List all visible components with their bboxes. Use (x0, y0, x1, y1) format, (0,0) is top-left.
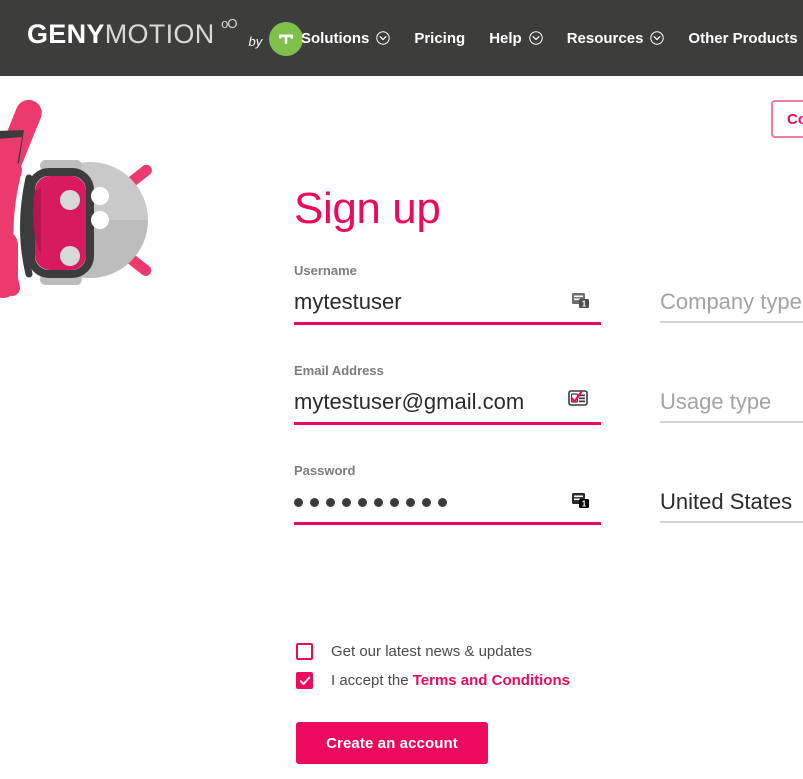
connect-button[interactable]: Connect (771, 100, 803, 138)
usage-type-field-group: Usage type (660, 387, 803, 423)
logo-superscript: oO (221, 7, 236, 41)
password-input[interactable]: 1 (294, 487, 601, 517)
check-icon (299, 675, 311, 687)
newsletter-checkbox-row: Get our latest news & updates (296, 643, 532, 660)
page-title: Sign up (294, 184, 440, 234)
country-underline (660, 521, 803, 523)
nav-item-resources[interactable]: Resources (567, 30, 665, 47)
country-field-group: United States (660, 487, 803, 523)
company-type-field-group: Company type (660, 287, 803, 323)
password-label: Password (294, 463, 601, 479)
logo-motion-text: MOTION (105, 19, 215, 49)
username-label: Username (294, 263, 601, 279)
username-value: mytestuser (294, 288, 402, 316)
terms-checkbox-row: I accept the Terms and Conditions (296, 672, 570, 689)
newsletter-checkbox[interactable] (296, 643, 313, 660)
nav-item-pricing[interactable]: Pricing (414, 30, 465, 47)
email-label: Email Address (294, 363, 601, 379)
terms-label: I accept the Terms and Conditions (331, 672, 570, 689)
usage-type-select[interactable]: Usage type (660, 387, 803, 417)
terms-label-text: I accept the (331, 672, 413, 689)
nav-label-help: Help (489, 30, 522, 47)
genymotion-logo[interactable]: GENYMOTION oO by (27, 17, 303, 59)
nav-label-solutions: Solutions (301, 30, 369, 47)
country-select[interactable]: United States (660, 487, 803, 517)
autofill-identity-icon[interactable] (568, 389, 590, 411)
username-field-group: Username mytestuser 1 (294, 263, 601, 325)
svg-text:1: 1 (582, 500, 587, 509)
username-underline (294, 322, 601, 325)
password-masked-value (294, 488, 447, 516)
logo-by-text: by (249, 34, 263, 49)
email-field-group: Email Address mytestuser@gmail.com (294, 363, 601, 425)
terms-checkbox[interactable] (296, 672, 313, 689)
username-input[interactable]: mytestuser 1 (294, 287, 601, 317)
signup-page: GENYMOTION oO by Solutions (0, 0, 803, 779)
android-head-icon (269, 22, 303, 56)
logo-wordmark: GENYMOTION oO (27, 17, 215, 51)
terms-and-conditions-link[interactable]: Terms and Conditions (413, 672, 570, 689)
logo-geny-text: GENY (27, 19, 105, 49)
svg-text:1: 1 (582, 300, 587, 309)
nav-item-other-products[interactable]: Other Products (688, 30, 803, 47)
chevron-down-circle-icon (376, 31, 390, 45)
nav-item-solutions[interactable]: Solutions (301, 30, 390, 47)
autofill-form-icon[interactable]: 1 (570, 289, 592, 311)
company-type-select[interactable]: Company type (660, 287, 803, 317)
nav-label-resources: Resources (567, 30, 644, 47)
password-underline (294, 522, 601, 525)
email-input[interactable]: mytestuser@gmail.com (294, 387, 601, 417)
site-header: GENYMOTION oO by Solutions (0, 0, 803, 76)
company-type-underline (660, 321, 803, 323)
autofill-password-icon[interactable]: 1 (570, 489, 592, 511)
email-value: mytestuser@gmail.com (294, 388, 524, 416)
nav-label-pricing: Pricing (414, 30, 465, 47)
usage-type-underline (660, 421, 803, 423)
nav-item-help[interactable]: Help (489, 30, 543, 47)
chevron-down-circle-icon (529, 31, 543, 45)
genymotion-robot-device-illustration (0, 90, 165, 315)
email-underline (294, 422, 601, 425)
nav-label-other-products: Other Products (688, 30, 797, 47)
create-account-button[interactable]: Create an account (296, 722, 488, 764)
newsletter-label: Get our latest news & updates (331, 643, 532, 660)
main-navigation: Solutions Pricing Help (301, 0, 803, 76)
chevron-down-circle-icon (650, 31, 664, 45)
password-field-group: Password 1 (294, 463, 601, 525)
